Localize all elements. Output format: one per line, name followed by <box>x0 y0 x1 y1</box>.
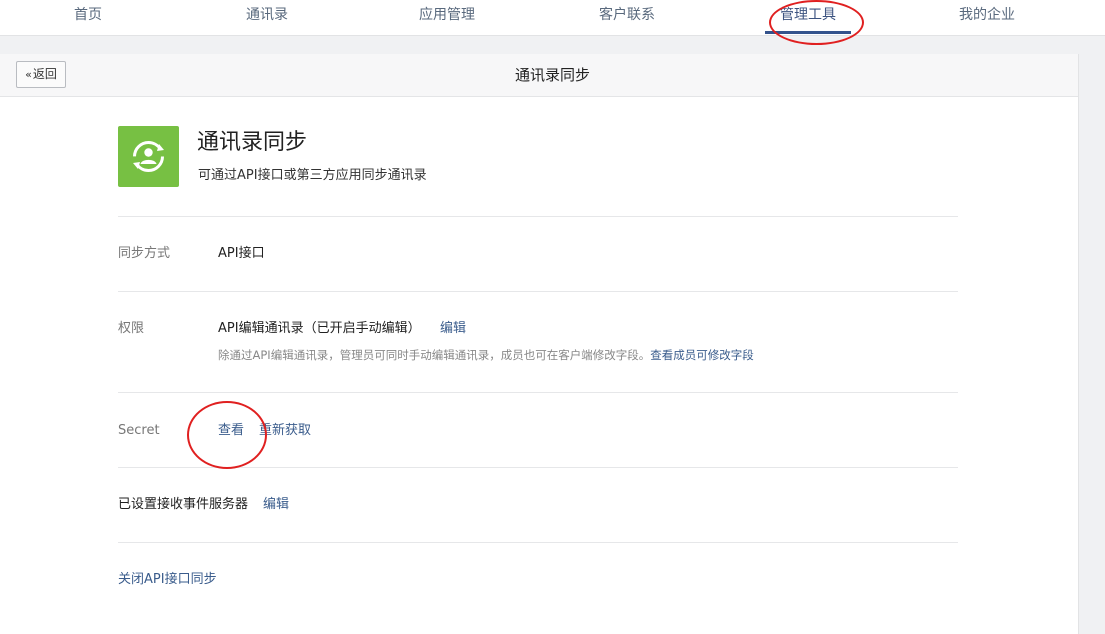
secret-label: Secret <box>118 423 160 438</box>
secret-refresh-link[interactable]: 重新获取 <box>259 422 311 440</box>
nav-item-my-enterprise[interactable]: 我的企业 <box>927 0 1047 35</box>
secret-view-link[interactable]: 查看 <box>218 422 244 440</box>
permission-edit-link[interactable]: 编辑 <box>440 320 466 338</box>
page-title: 通讯录同步 <box>514 66 590 84</box>
back-button-label: 返回 <box>32 67 57 81</box>
permission-hint-text: 除通过API编辑通讯录，管理员可同时手动编辑通讯录，成员也可在客户端修改字段。 <box>218 348 651 362</box>
top-navigation: 首页 通讯录 应用管理 客户联系 管理工具 我的企业 <box>0 0 1105 36</box>
divider <box>118 291 958 292</box>
sync-user-icon <box>118 126 179 187</box>
panel-header: 通讯录同步 «返回 <box>0 54 1078 97</box>
nav-item-customer-contact[interactable]: 客户联系 <box>567 0 687 35</box>
view-editable-fields-link[interactable]: 查看成员可修改字段 <box>650 348 754 362</box>
nav-item-contacts[interactable]: 通讯录 <box>207 0 327 35</box>
nav-item-home[interactable]: 首页 <box>28 0 148 35</box>
divider <box>118 216 958 217</box>
permission-hint: 除通过API编辑通讯录，管理员可同时手动编辑通讯录，成员也可在客户端修改字段。查… <box>218 346 754 364</box>
event-server-edit-link[interactable]: 编辑 <box>263 496 289 514</box>
double-chevron-left-icon: « <box>25 68 32 81</box>
main-panel: 通讯录同步 «返回 通讯录同步 可通过API接口或第三方应用同步通讯录 同步方式… <box>0 54 1079 634</box>
close-api-sync-link[interactable]: 关闭API接口同步 <box>118 571 217 589</box>
nav-item-app-management[interactable]: 应用管理 <box>387 0 507 35</box>
divider <box>118 542 958 543</box>
nav-active-underline <box>765 31 851 34</box>
permission-label: 权限 <box>118 321 145 336</box>
divider <box>118 467 958 468</box>
app-name: 通讯录同步 <box>197 130 308 155</box>
sync-method-value: API接口 <box>218 246 265 261</box>
back-button[interactable]: «返回 <box>16 61 66 88</box>
sync-method-label: 同步方式 <box>118 246 171 261</box>
app-description: 可通过API接口或第三方应用同步通讯录 <box>198 168 427 183</box>
divider <box>118 392 958 393</box>
permission-value: API编辑通讯录（已开启手动编辑） <box>218 321 421 336</box>
event-server-label: 已设置接收事件服务器 <box>118 497 249 512</box>
nav-item-management-tools[interactable]: 管理工具 <box>748 0 868 35</box>
